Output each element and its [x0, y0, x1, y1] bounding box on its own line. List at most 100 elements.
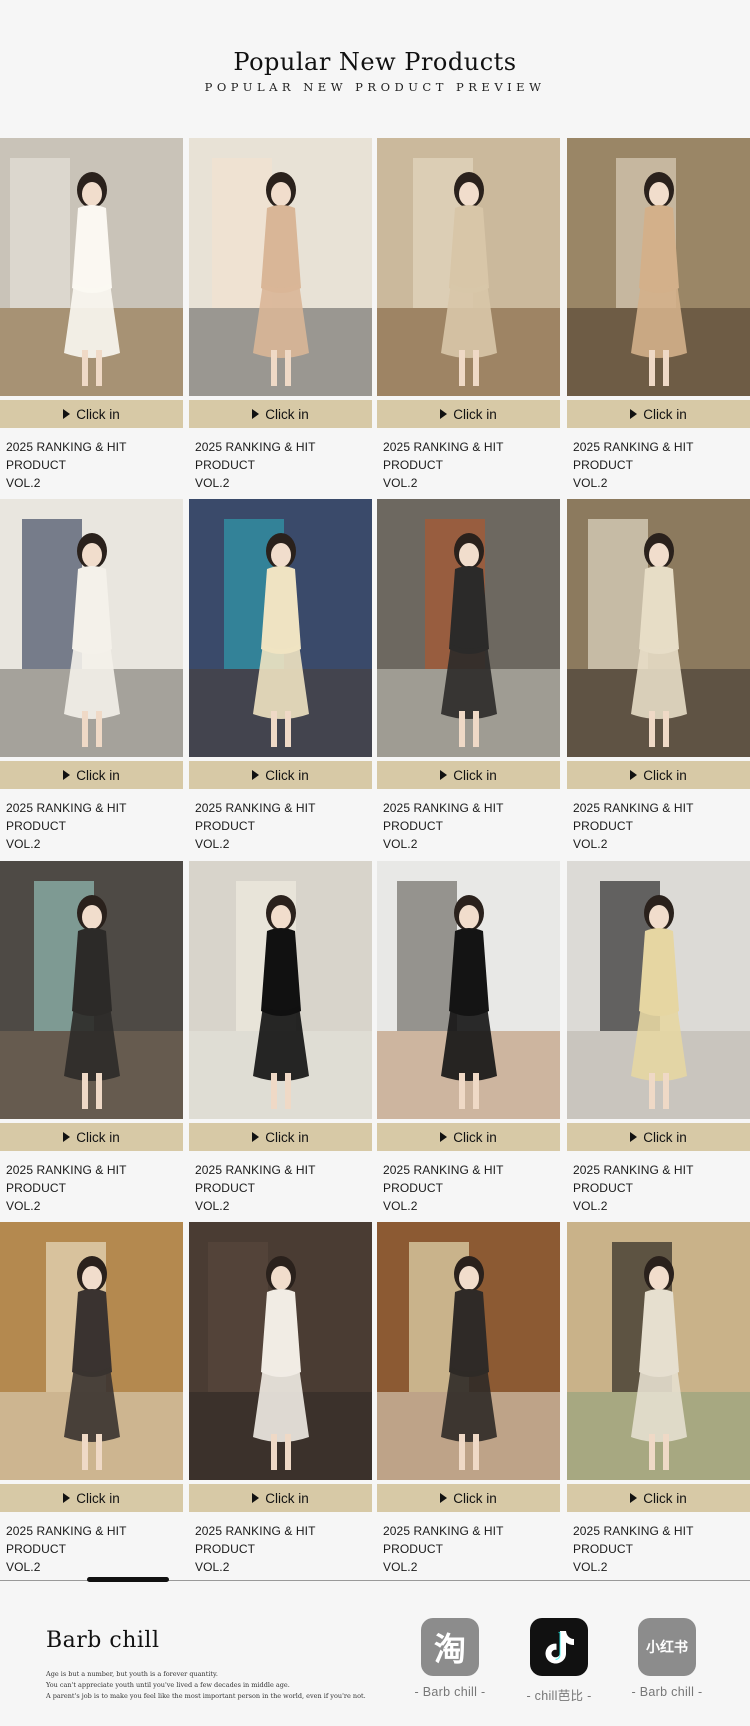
product-caption: 2025 RANKING & HIT PRODUCT VOL.2 — [383, 1522, 563, 1576]
click-in-button[interactable]: Click in — [0, 1484, 183, 1512]
click-in-button[interactable]: Click in — [0, 1123, 183, 1151]
click-in-button[interactable]: Click in — [0, 761, 183, 789]
social-tiktok[interactable]: - chill芭比 - — [514, 1618, 604, 1704]
play-icon — [440, 1132, 448, 1142]
click-in-label: Click in — [453, 406, 497, 422]
click-in-button[interactable]: Click in — [189, 1123, 372, 1151]
play-icon — [252, 770, 260, 780]
play-icon — [630, 1493, 638, 1503]
product-photo[interactable] — [189, 138, 372, 396]
product-photo[interactable] — [567, 1222, 750, 1480]
product-photo[interactable] — [0, 499, 183, 757]
play-icon — [63, 1132, 71, 1142]
click-in-label: Click in — [76, 406, 120, 422]
click-in-button[interactable]: Click in — [189, 400, 372, 428]
product-caption: 2025 RANKING & HIT PRODUCT VOL.2 — [573, 1161, 750, 1215]
product-caption: 2025 RANKING & HIT PRODUCT VOL.2 — [195, 438, 375, 492]
click-in-label: Click in — [265, 767, 309, 783]
social-xiaohongshu[interactable]: 小红书 - Barb chill - — [622, 1618, 712, 1699]
click-in-label: Click in — [76, 767, 120, 783]
click-in-button[interactable]: Click in — [567, 400, 750, 428]
caption-title: 2025 RANKING & HIT PRODUCT — [573, 801, 694, 833]
social-taobao[interactable]: 淘 - Barb chill - — [405, 1618, 495, 1699]
click-in-label: Click in — [453, 1490, 497, 1506]
product-photo[interactable] — [0, 138, 183, 396]
caption-volume: VOL.2 — [6, 1199, 41, 1213]
product-caption: 2025 RANKING & HIT PRODUCT VOL.2 — [195, 1522, 375, 1576]
click-in-button[interactable]: Click in — [377, 1484, 560, 1512]
page-header: Popular New Products POPULAR NEW PRODUCT… — [0, 0, 750, 138]
click-in-button[interactable]: Click in — [377, 400, 560, 428]
caption-title: 2025 RANKING & HIT PRODUCT — [195, 801, 316, 833]
caption-volume: VOL.2 — [573, 476, 608, 490]
click-in-button[interactable]: Click in — [0, 400, 183, 428]
product-photo[interactable] — [377, 861, 560, 1119]
caption-title: 2025 RANKING & HIT PRODUCT — [195, 1163, 316, 1195]
product-caption: 2025 RANKING & HIT PRODUCT VOL.2 — [195, 799, 375, 853]
caption-volume: VOL.2 — [6, 476, 41, 490]
product-photo[interactable] — [189, 1222, 372, 1480]
xiaohongshu-icon[interactable]: 小红书 — [638, 1618, 696, 1676]
click-in-label: Click in — [76, 1129, 120, 1145]
product-photo[interactable] — [567, 499, 750, 757]
click-in-button[interactable]: Click in — [189, 1484, 372, 1512]
click-in-label: Click in — [643, 406, 687, 422]
product-caption: 2025 RANKING & HIT PRODUCT VOL.2 — [195, 1161, 375, 1215]
play-icon — [63, 770, 71, 780]
page-subtitle: POPULAR NEW PRODUCT PREVIEW — [204, 80, 546, 94]
caption-title: 2025 RANKING & HIT PRODUCT — [383, 1524, 504, 1556]
play-icon — [440, 1493, 448, 1503]
caption-volume: VOL.2 — [195, 1199, 230, 1213]
product-photo[interactable] — [377, 499, 560, 757]
product-photo[interactable] — [189, 499, 372, 757]
product-photo[interactable] — [567, 138, 750, 396]
social-label: - chill芭比 - — [526, 1689, 592, 1703]
tiktok-icon[interactable] — [530, 1618, 588, 1676]
product-caption: 2025 RANKING & HIT PRODUCT VOL.2 — [573, 799, 750, 853]
caption-title: 2025 RANKING & HIT PRODUCT — [383, 440, 504, 472]
tagline-line: A parent's job is to make you feel like … — [46, 1692, 366, 1700]
page-title: Popular New Products — [233, 48, 517, 76]
caption-title: 2025 RANKING & HIT PRODUCT — [195, 1524, 316, 1556]
product-photo[interactable] — [0, 861, 183, 1119]
social-label: - Barb chill - — [414, 1685, 486, 1699]
click-in-label: Click in — [453, 767, 497, 783]
product-caption: 2025 RANKING & HIT PRODUCT VOL.2 — [573, 438, 750, 492]
product-photo[interactable] — [567, 861, 750, 1119]
product-photo[interactable] — [0, 1222, 183, 1480]
product-photo[interactable] — [189, 861, 372, 1119]
play-icon — [63, 1493, 71, 1503]
social-label: - Barb chill - — [631, 1685, 703, 1699]
click-in-button[interactable]: Click in — [567, 1484, 750, 1512]
click-in-button[interactable]: Click in — [377, 761, 560, 789]
tagline-line: You can't appreciate youth until you've … — [46, 1681, 290, 1689]
click-in-button[interactable]: Click in — [377, 1123, 560, 1151]
taobao-icon[interactable]: 淘 — [421, 1618, 479, 1676]
click-in-button[interactable]: Click in — [567, 1123, 750, 1151]
click-in-button[interactable]: Click in — [189, 761, 372, 789]
caption-title: 2025 RANKING & HIT PRODUCT — [6, 801, 127, 833]
caption-volume: VOL.2 — [195, 837, 230, 851]
caption-volume: VOL.2 — [383, 476, 418, 490]
click-in-label: Click in — [265, 406, 309, 422]
product-caption: 2025 RANKING & HIT PRODUCT VOL.2 — [383, 438, 563, 492]
product-caption: 2025 RANKING & HIT PRODUCT VOL.2 — [6, 1522, 186, 1576]
caption-title: 2025 RANKING & HIT PRODUCT — [6, 440, 127, 472]
product-caption: 2025 RANKING & HIT PRODUCT VOL.2 — [383, 1161, 563, 1215]
click-in-button[interactable]: Click in — [567, 761, 750, 789]
play-icon — [252, 409, 260, 419]
tagline-line: Age is but a number, but youth is a fore… — [46, 1670, 218, 1678]
play-icon — [252, 1493, 260, 1503]
caption-volume: VOL.2 — [195, 476, 230, 490]
play-icon — [630, 409, 638, 419]
play-icon — [252, 1132, 260, 1142]
product-photo[interactable] — [377, 1222, 560, 1480]
click-in-label: Click in — [643, 767, 687, 783]
play-icon — [63, 409, 71, 419]
click-in-label: Click in — [265, 1129, 309, 1145]
play-icon — [630, 1132, 638, 1142]
caption-volume: VOL.2 — [573, 1560, 608, 1574]
product-photo[interactable] — [377, 138, 560, 396]
click-in-label: Click in — [643, 1129, 687, 1145]
product-caption: 2025 RANKING & HIT PRODUCT VOL.2 — [573, 1522, 750, 1576]
